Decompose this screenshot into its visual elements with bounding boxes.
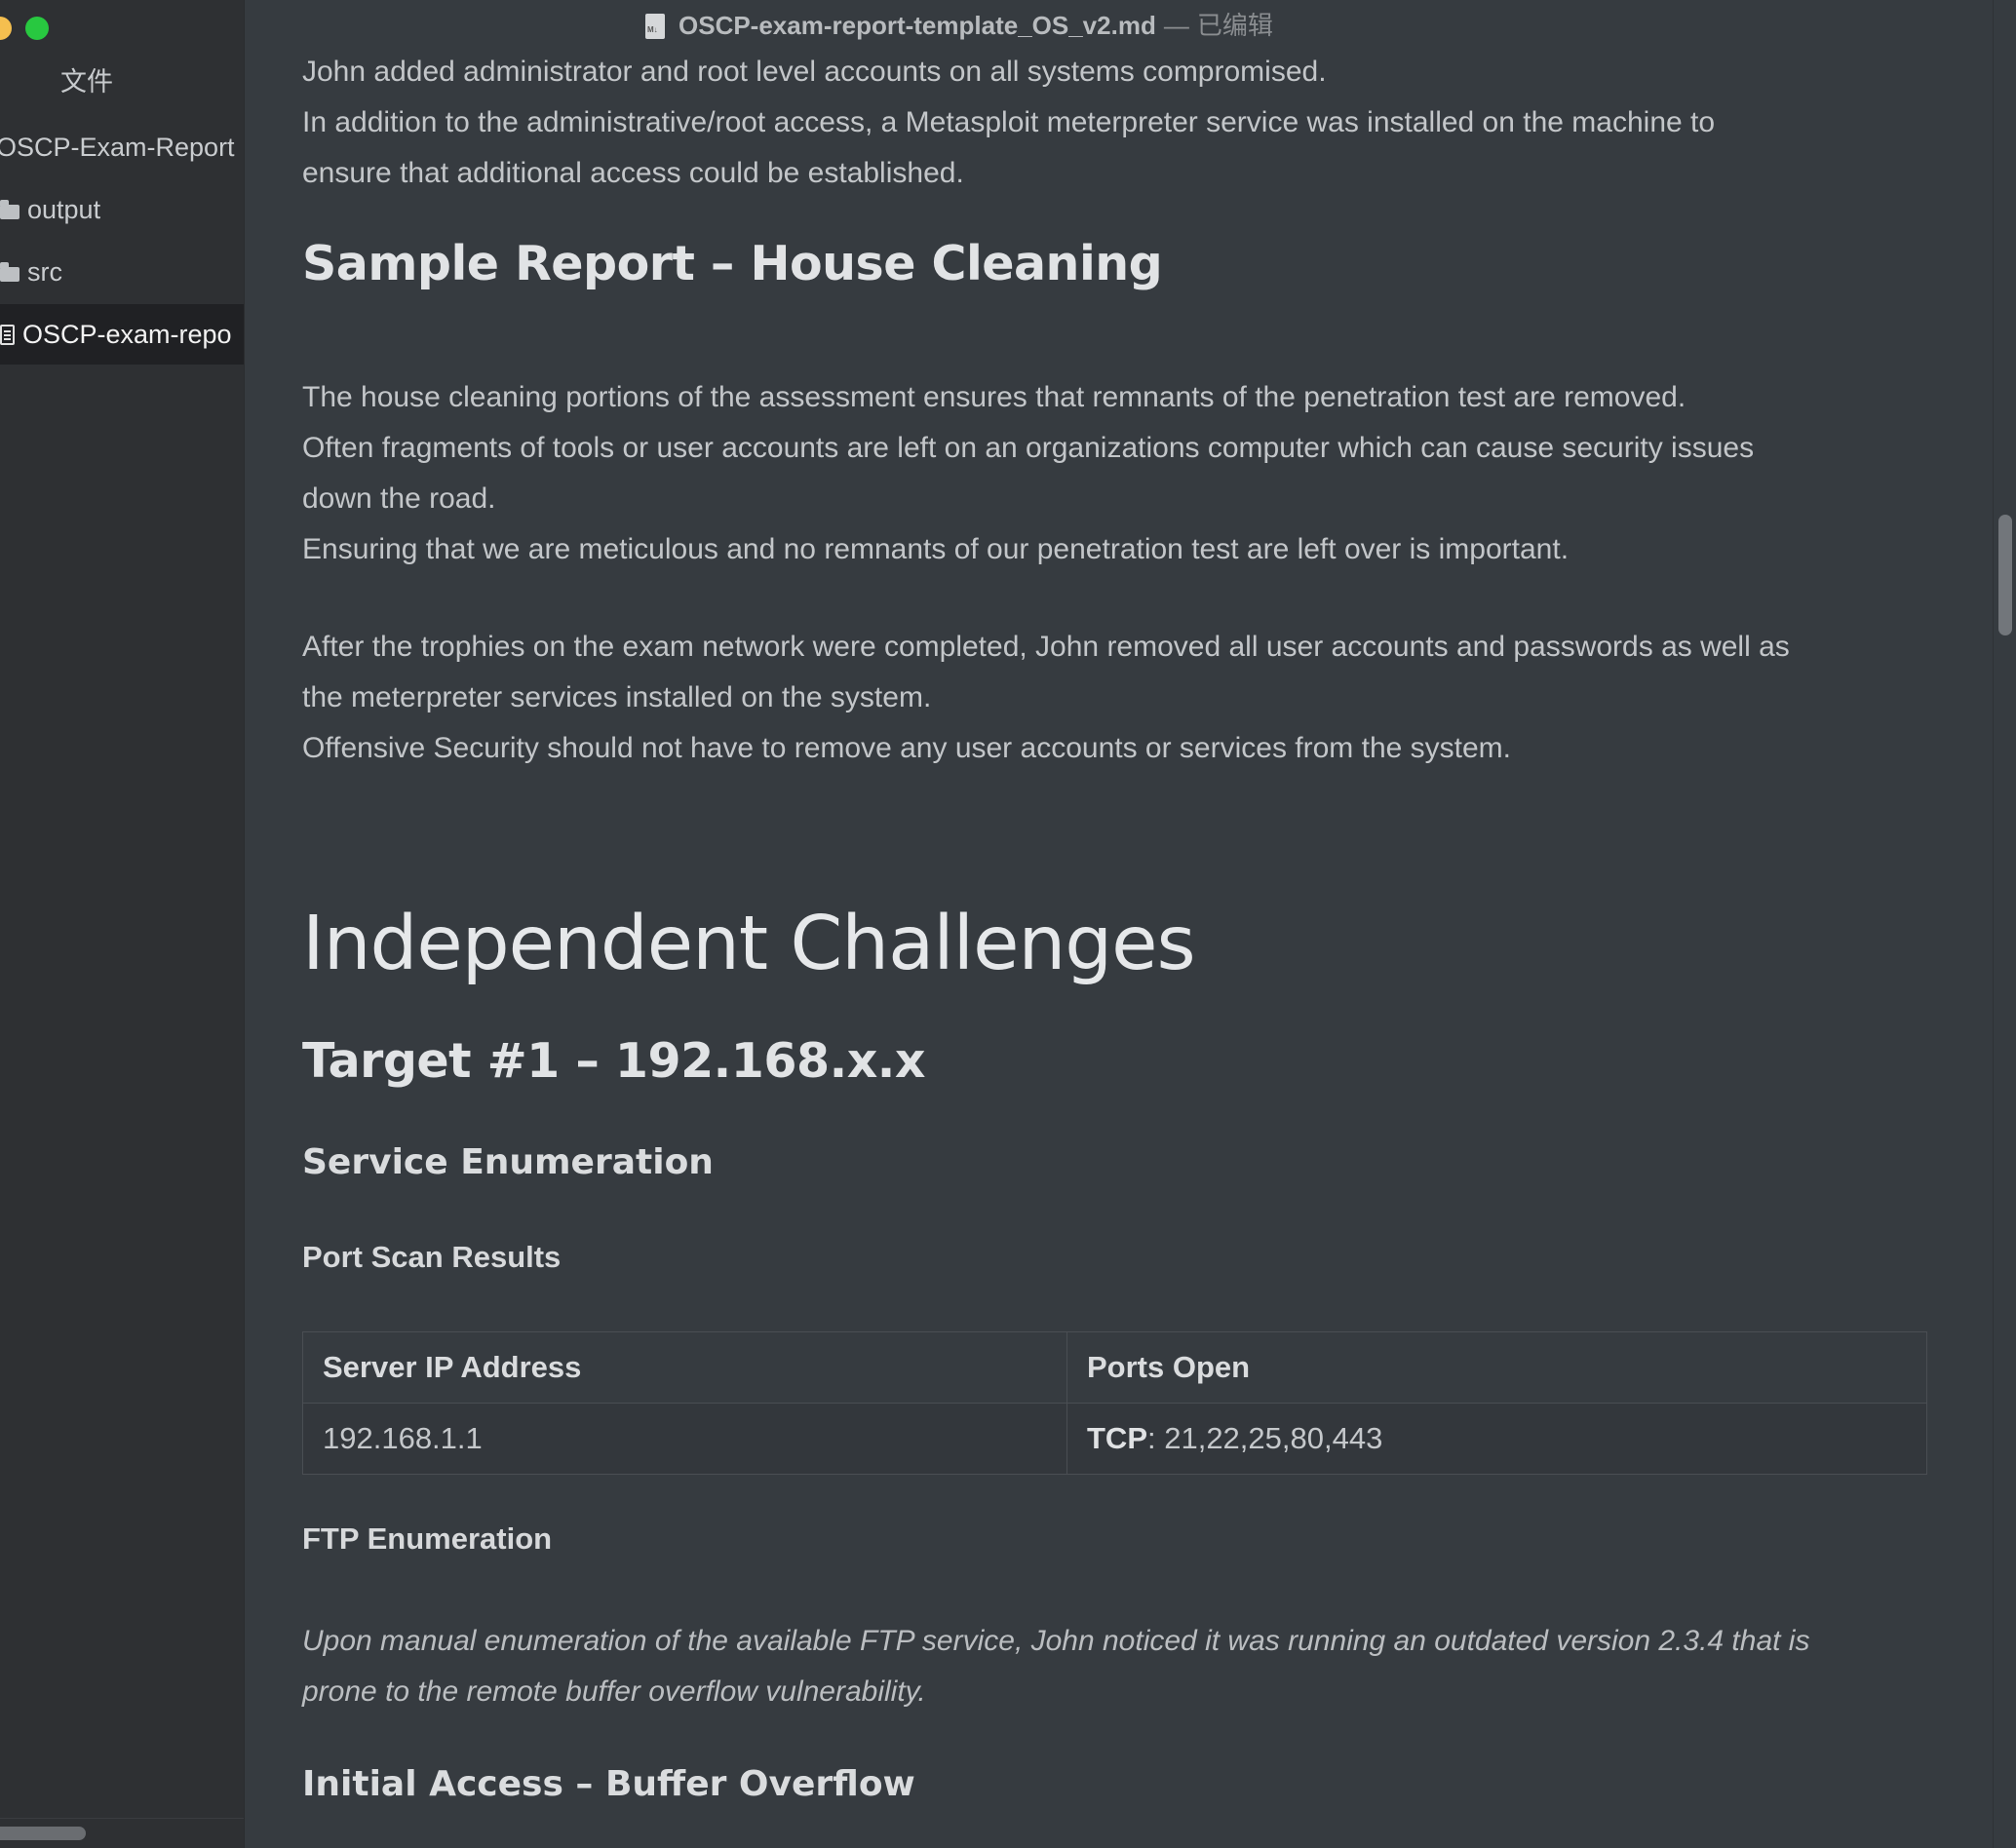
heading-independent-challenges: Independent Challenges [302, 901, 1196, 987]
italic-paragraph: prone to the remote buffer overflow vuln… [302, 1675, 926, 1708]
edited-status: 已编辑 [1196, 11, 1273, 40]
paragraph: Ensuring that we are meticulous and no r… [302, 533, 1570, 565]
window-title: OSCP-exam-report-template_OS_v2.md [678, 11, 1156, 40]
italic-paragraph: Upon manual enumeration of the available… [302, 1625, 1810, 1657]
paragraph: the meterpreter services installed on th… [302, 681, 932, 713]
heading-target: Target #1 – 192.168.x.x [302, 1033, 926, 1089]
sidebar-item-label: OSCP-exam-repo [22, 319, 232, 349]
heading-ftp-enumeration: FTP Enumeration [302, 1521, 553, 1556]
sidebar-item-src[interactable]: src [0, 242, 244, 302]
ports-value: : 21,22,25,80,443 [1147, 1421, 1383, 1455]
sidebar-item-root-folder[interactable]: OSCP-Exam-Report [0, 117, 244, 177]
paragraph: The house cleaning portions of the asses… [302, 381, 1686, 413]
table-cell-ports[interactable]: TCP: 21,22,25,80,443 [1066, 1403, 1927, 1475]
heading-initial-access: Initial Access – Buffer Overflow [302, 1764, 915, 1804]
paragraph: Often fragments of tools or user account… [302, 432, 1755, 464]
file-sidebar: 文件 OSCP-Exam-Report output src OSCP-exam… [0, 0, 245, 1848]
document-icon [0, 324, 15, 345]
scrollbar-thumb[interactable] [0, 1827, 86, 1840]
heading-port-scan-results: Port Scan Results [302, 1240, 562, 1274]
editor-vertical-scrollbar[interactable] [1993, 0, 2016, 1848]
sidebar-item-output[interactable]: output [0, 179, 244, 240]
port-scan-table[interactable]: Server IP Address Ports Open 192.168.1.1… [302, 1331, 1927, 1475]
folder-icon [0, 261, 19, 282]
sidebar-title: 文件 [60, 67, 113, 96]
app-window: 文件 OSCP-Exam-Report output src OSCP-exam… [0, 0, 2016, 1848]
heading-service-enumeration: Service Enumeration [302, 1142, 714, 1182]
paragraph: John added administrator and root level … [302, 56, 1327, 88]
paragraph: Offensive Security should not have to re… [302, 732, 1512, 764]
folder-icon [0, 199, 19, 219]
paragraph: down the road. [302, 482, 496, 515]
sidebar-item-label: src [27, 256, 62, 287]
paragraph: In addition to the administrative/root a… [302, 106, 1716, 138]
paragraph: After the trophies on the exam network w… [302, 631, 1790, 663]
table-cell-ip[interactable]: 192.168.1.1 [302, 1403, 1067, 1475]
column-header-server-ip: Server IP Address [302, 1331, 1067, 1404]
column-header-ports-open: Ports Open [1066, 1331, 1927, 1404]
sidebar-item-current-file[interactable]: OSCP-exam-repo [0, 304, 244, 365]
sidebar-horizontal-scrollbar[interactable] [0, 1818, 244, 1848]
sidebar-item-label: output [27, 194, 101, 224]
minimize-window-button[interactable] [0, 17, 12, 40]
table-row[interactable]: 192.168.1.1 TCP: 21,22,25,80,443 [302, 1403, 1927, 1475]
markdown-file-icon [645, 14, 665, 39]
table-header-row: Server IP Address Ports Open [302, 1331, 1927, 1404]
editor-pane[interactable]: John added administrator and root level … [244, 0, 1994, 1848]
protocol-label: TCP [1087, 1421, 1147, 1455]
title-separator: — [1163, 11, 1189, 40]
heading-house-cleaning: Sample Report – House Cleaning [302, 236, 1163, 291]
scrollbar-thumb[interactable] [1998, 515, 2012, 635]
paragraph: ensure that additional access could be e… [302, 157, 964, 189]
title-bar: OSCP-exam-report-template_OS_v2.md—已编辑 [244, 0, 2016, 49]
zoom-window-button[interactable] [25, 17, 49, 40]
root-folder-label: OSCP-Exam-Report [0, 132, 235, 162]
